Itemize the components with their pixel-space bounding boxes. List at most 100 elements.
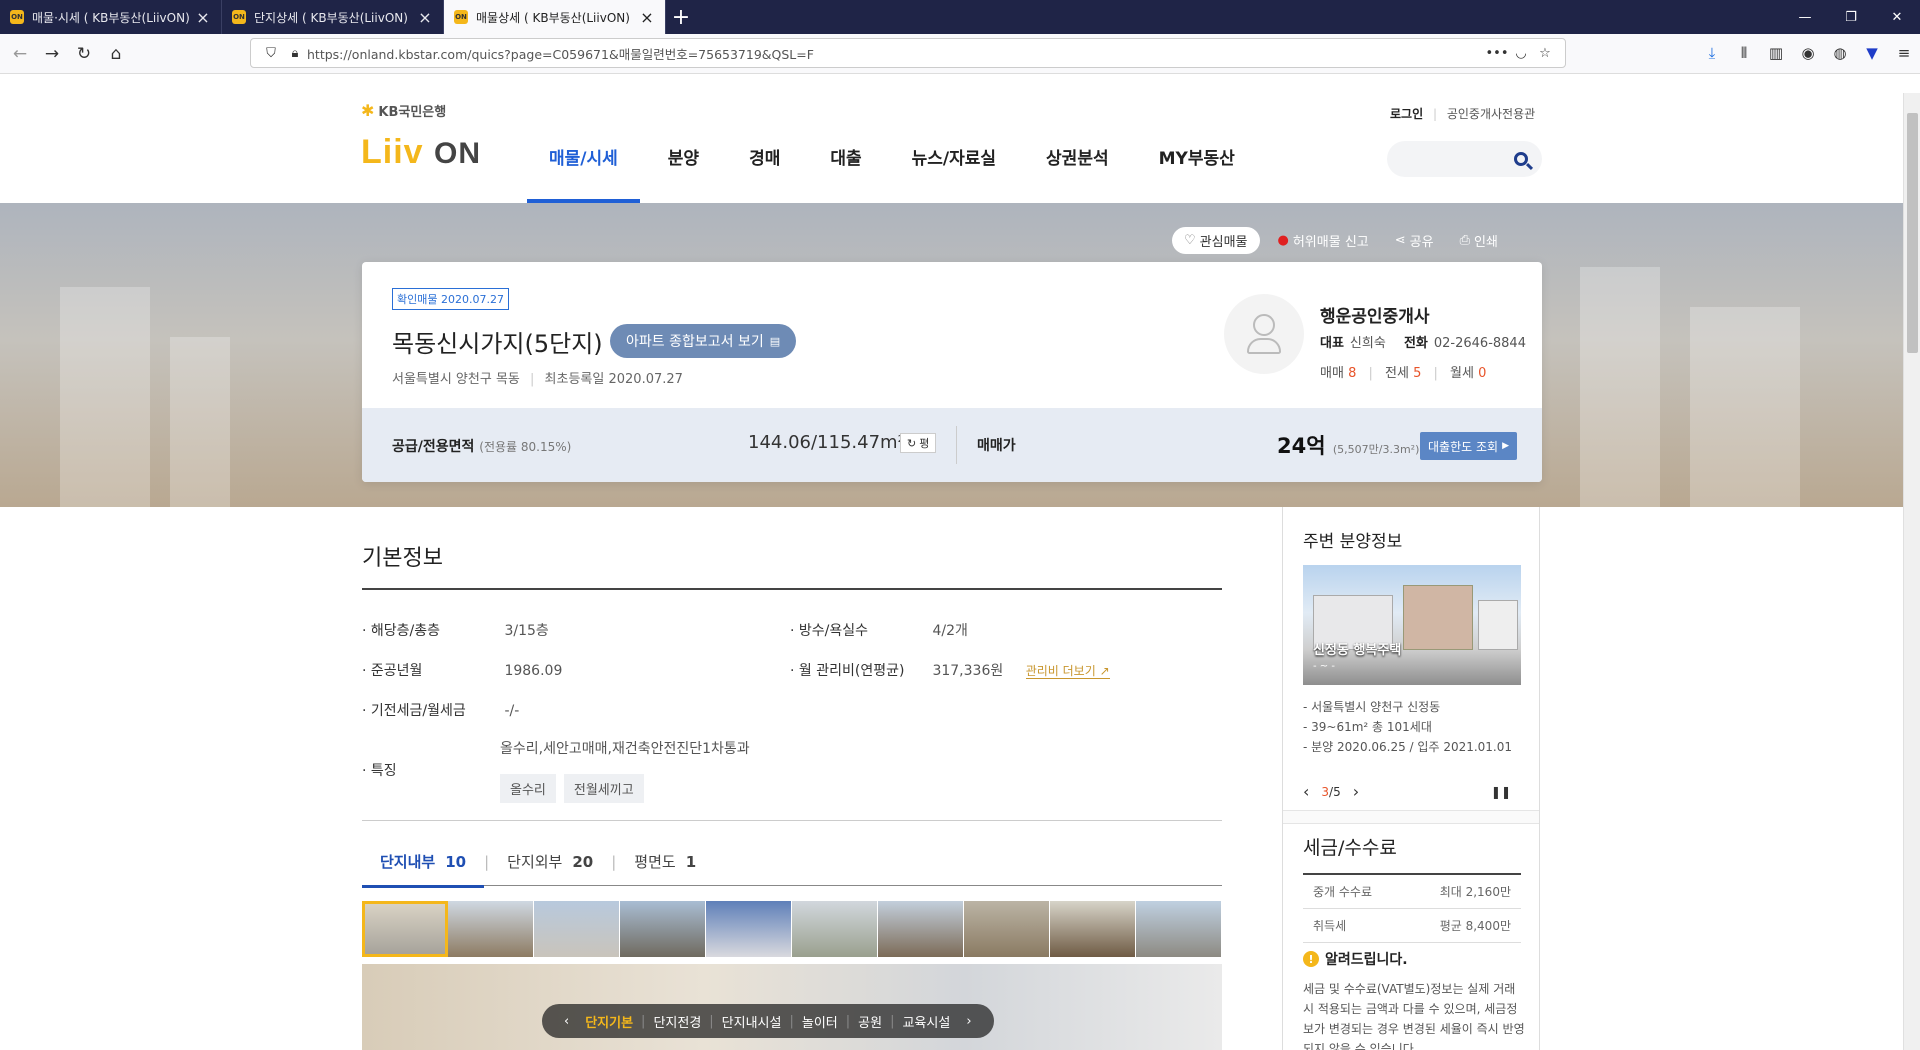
home-icon[interactable]: ⌂: [100, 38, 132, 70]
right-sidebar: 주변 분양정보 신정동 행복주택 - ~ - - 서울특별시 양천구 신정동 -…: [1282, 507, 1540, 1050]
info-rooms: · 방수/욕실수 4/2개: [790, 623, 968, 639]
photo-thumbnail[interactable]: [1136, 901, 1222, 957]
site-search[interactable]: [1387, 141, 1542, 177]
browser-tab[interactable]: ON 단지상세 ( KB부동산(LiivON) | ×: [222, 0, 444, 34]
photo-thumbnail[interactable]: [878, 901, 964, 957]
photo-category[interactable]: 교육시설: [902, 1012, 950, 1031]
minimize-icon[interactable]: —: [1782, 0, 1828, 34]
photo-thumbnail[interactable]: [448, 901, 534, 957]
report-fake-button[interactable]: ● 허위매물 신고: [1278, 231, 1369, 250]
next-icon[interactable]: ›: [1353, 782, 1359, 801]
bookmark-star-icon[interactable]: ☆: [1533, 46, 1557, 61]
sale-count[interactable]: 8: [1348, 366, 1356, 381]
scrollbar-thumb[interactable]: [1907, 113, 1918, 353]
nav-item-listings[interactable]: 매물/시세: [527, 130, 640, 203]
extension-icon[interactable]: ◍: [1824, 38, 1856, 68]
presale-pager: ‹ 3/5 › ❚❚: [1303, 782, 1521, 801]
address-bar[interactable]: ⛉ 🔒︎ https://onland.kbstar.com/quics?pag…: [250, 38, 1566, 68]
photo-thumbnail[interactable]: [1050, 901, 1136, 957]
close-tab-icon[interactable]: ×: [417, 8, 433, 27]
chevron-left-icon[interactable]: ‹: [564, 1014, 569, 1029]
back-icon[interactable]: ←: [4, 38, 36, 70]
photo-category[interactable]: 놀이터: [802, 1012, 838, 1031]
chevron-right-icon[interactable]: ›: [966, 1014, 971, 1029]
presale-photo[interactable]: 신정동 행복주택 - ~ -: [1303, 565, 1521, 685]
pause-icon[interactable]: ❚❚: [1491, 785, 1511, 799]
kb-bank-logo[interactable]: ✱ KB국민은행: [361, 101, 446, 120]
lock-icon[interactable]: 🔒︎: [283, 46, 307, 61]
photo-thumbnail[interactable]: [362, 901, 448, 957]
photo-category[interactable]: 단지기본: [585, 1012, 633, 1031]
account-icon[interactable]: ◉: [1792, 38, 1824, 68]
kb-brand-text: KB국민은행: [378, 105, 447, 120]
pyeong-toggle-button[interactable]: ↻ 평: [900, 433, 937, 453]
tab-floor-plan[interactable]: 평면도 1: [616, 838, 714, 886]
presale-sub: - ~ -: [1313, 661, 1335, 672]
forward-icon[interactable]: →: [36, 38, 68, 70]
restore-icon[interactable]: ❐: [1828, 0, 1874, 34]
close-tab-icon[interactable]: ×: [639, 8, 655, 27]
tab-complex-outside[interactable]: 단지외부 20: [489, 838, 611, 886]
nav-item-my[interactable]: MY부동산: [1159, 130, 1235, 203]
apartment-report-button[interactable]: 아파트 종합보고서 보기 ▤: [610, 324, 797, 358]
nav-item-commercial[interactable]: 상권분석: [1046, 130, 1109, 203]
close-window-icon[interactable]: ✕: [1874, 0, 1920, 34]
agent-name[interactable]: 행운공인중개사: [1320, 302, 1429, 327]
search-icon[interactable]: [1514, 152, 1528, 166]
photo-category[interactable]: 공원: [858, 1012, 882, 1031]
url-text[interactable]: https://onland.kbstar.com/quics?page=C05…: [307, 44, 1485, 63]
photo-category[interactable]: 단지전경: [653, 1012, 701, 1031]
share-label: 공유: [1409, 235, 1434, 250]
page-scrollbar[interactable]: [1903, 93, 1920, 1050]
menu-icon[interactable]: ≡: [1888, 38, 1920, 68]
loan-limit-button[interactable]: 대출한도 조회 ▶: [1420, 432, 1517, 460]
print-button[interactable]: ⎙ 인쇄: [1460, 231, 1498, 250]
nav-item-presale[interactable]: 분양: [668, 130, 699, 203]
tab-count: 20: [572, 852, 594, 871]
pocket-icon[interactable]: ◡: [1509, 46, 1533, 61]
pyeong-label: 평: [919, 437, 930, 450]
prev-icon[interactable]: ‹: [1303, 782, 1309, 801]
liiv-on-logo[interactable]: Liiv ON: [361, 133, 481, 172]
notice-body: 세금 및 수수료(VAT별도)정보는 실제 거래 시 적용되는 금액과 다를 수…: [1303, 982, 1525, 1050]
nav-item-auction[interactable]: 경매: [749, 130, 780, 203]
tab-count: 1: [685, 852, 697, 871]
photo-thumbnail[interactable]: [792, 901, 878, 957]
favorite-button[interactable]: ♡ 관심매물: [1172, 227, 1260, 254]
download-icon[interactable]: ⤓: [1696, 38, 1728, 68]
photo-thumbnail[interactable]: [964, 901, 1050, 957]
main-photo[interactable]: ‹ 단지기본 | 단지전경 | 단지내시설 | 놀이터 | 공원 | 교육시설 ›: [362, 964, 1222, 1050]
photo-category[interactable]: 단지내시설: [722, 1012, 782, 1031]
more-icon[interactable]: •••: [1485, 46, 1509, 61]
mgmt-link-text: 관리비 더보기: [1025, 664, 1096, 678]
library-icon[interactable]: ⫴: [1728, 38, 1760, 68]
jeonse-count[interactable]: 5: [1413, 366, 1421, 381]
login-link[interactable]: 로그인: [1390, 107, 1423, 121]
photo-thumbnail[interactable]: [620, 901, 706, 957]
area-ratio: (전용률 80.15%): [479, 440, 572, 454]
shield-icon[interactable]: ⛉: [259, 46, 283, 61]
tab-complex-inside[interactable]: 단지내부 10: [362, 838, 485, 888]
extension-shield-icon[interactable]: ▼: [1856, 38, 1888, 68]
photo-thumbnail[interactable]: [706, 901, 792, 957]
presale-line: - 서울특별시 양천구 신정동: [1303, 700, 1441, 714]
basic-info-section: 기본정보 · 해당층/총층 3/15층 · 방수/욕실수 4/2개 · 준공년월…: [362, 540, 1222, 821]
pager-current: 3: [1321, 784, 1330, 799]
management-fee-link[interactable]: 관리비 더보기 ↗: [1025, 664, 1110, 679]
share-button[interactable]: ⋖ 공유: [1395, 231, 1434, 250]
monthly-count[interactable]: 0: [1478, 366, 1486, 381]
close-tab-icon[interactable]: ×: [195, 8, 211, 27]
nav-item-news[interactable]: 뉴스/자료실: [912, 130, 996, 203]
browser-tab[interactable]: ON 매물·시세 ( KB부동산(LiivON) | ×: [0, 0, 222, 34]
sidebar-icon[interactable]: ▥: [1760, 38, 1792, 68]
nav-item-loan[interactable]: 대출: [830, 130, 861, 203]
tab-label: 평면도: [634, 853, 676, 871]
browser-tab-active[interactable]: ON 매물상세 ( KB부동산(LiivON) | ×: [444, 0, 666, 34]
report-button-label: 아파트 종합보고서 보기: [626, 334, 764, 350]
photo-thumbnail[interactable]: [534, 901, 620, 957]
logo-on: ON: [434, 137, 482, 170]
agent-portal-link[interactable]: 공인중개사전용관: [1447, 107, 1535, 121]
tax-fee-title: 세금/수수료: [1303, 837, 1397, 859]
new-tab-button[interactable]: +: [666, 0, 696, 34]
reload-icon[interactable]: ↻: [68, 38, 100, 70]
